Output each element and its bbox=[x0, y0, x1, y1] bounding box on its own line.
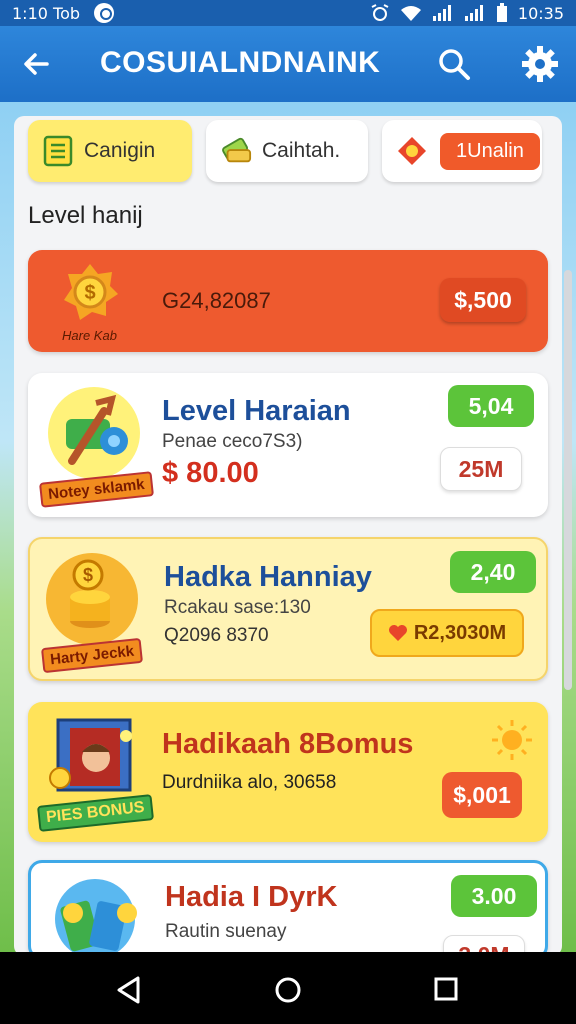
cash-icon bbox=[55, 879, 137, 959]
card-action-button[interactable]: $,001 bbox=[442, 772, 522, 818]
battery-icon bbox=[496, 3, 507, 22]
nav-back-icon[interactable] bbox=[116, 976, 142, 1004]
featured-buy-button[interactable]: $,500 bbox=[440, 278, 526, 322]
nav-home-icon[interactable] bbox=[274, 976, 302, 1004]
card-title: Level Haraian bbox=[162, 395, 351, 427]
tab-unlock[interactable]: 1Unalin bbox=[382, 120, 542, 182]
list-icon bbox=[42, 135, 74, 167]
nav-recents-icon[interactable] bbox=[434, 977, 458, 1001]
status-bar: 1:10 Tob 10:35 bbox=[0, 0, 576, 26]
tab-label: Caihtah. bbox=[262, 139, 341, 162]
svg-text:$: $ bbox=[83, 565, 93, 585]
svg-text:$: $ bbox=[84, 282, 95, 304]
section-title: Level hanij bbox=[28, 202, 143, 229]
wifi-icon bbox=[400, 6, 421, 21]
treasure-icon bbox=[49, 718, 132, 792]
card-action-button[interactable]: 25M bbox=[440, 447, 522, 491]
featured-card[interactable]: $ Hare Kab G24,82087 $,500 bbox=[28, 250, 548, 352]
app-bar: COSUIALNDNAINK bbox=[0, 26, 576, 102]
back-button[interactable] bbox=[0, 26, 72, 102]
tab-cash[interactable]: Caihtah. bbox=[206, 120, 368, 182]
system-nav-bar bbox=[0, 952, 576, 1024]
coin-icon: $ bbox=[64, 264, 118, 320]
offer-card-4[interactable]: Hadia I DyrK Rautin suenay 3.00 3.0M bbox=[28, 860, 548, 963]
card-subtitle: Rautin suenay bbox=[165, 921, 287, 942]
card-detail: Q2096 8370 bbox=[164, 625, 269, 646]
notification-icon bbox=[94, 3, 115, 23]
badge-icon bbox=[396, 135, 428, 167]
signal-icon-2 bbox=[464, 5, 483, 21]
tools-icon bbox=[48, 387, 140, 479]
status-time: 1:10 Tob bbox=[12, 3, 81, 23]
card-price: $ 80.00 bbox=[162, 457, 259, 489]
alarm-icon bbox=[371, 4, 389, 21]
money-icon bbox=[220, 135, 252, 167]
app-title: COSUIALNDNAINK bbox=[100, 46, 381, 79]
card-action-button[interactable]: R2,3030M bbox=[370, 609, 524, 657]
coin-stack-icon: $ bbox=[46, 553, 138, 645]
status-clock: 10:35 bbox=[517, 3, 564, 23]
heart-icon bbox=[388, 625, 407, 641]
tab-label: 1Unalin bbox=[440, 132, 540, 170]
card-subtitle: Durdniika alo, 30658 bbox=[162, 772, 337, 793]
offer-card-2[interactable]: $ Harty Jeckk Hadka Hanniay Rcakau sase:… bbox=[28, 537, 548, 681]
card-subtitle: Rcakau sase:130 bbox=[164, 597, 311, 618]
tab-campaign[interactable]: Canigin bbox=[28, 120, 192, 182]
card-title: Hadikaah 8Bomus bbox=[162, 728, 414, 760]
search-button[interactable] bbox=[436, 46, 480, 82]
tab-label: Canigin bbox=[84, 139, 156, 162]
search-icon bbox=[439, 49, 470, 80]
card-subtitle: Penae ceco7S3) bbox=[162, 431, 303, 452]
scrollbar[interactable] bbox=[564, 270, 572, 690]
card-top-button[interactable]: 2,40 bbox=[450, 551, 536, 593]
card-action-label: R2,3030M bbox=[413, 621, 507, 644]
status-icons: 10:35 bbox=[370, 3, 564, 23]
card-title: Hadia I DyrK bbox=[165, 881, 338, 913]
card-title: Hadka Hanniay bbox=[164, 561, 372, 593]
settings-button[interactable] bbox=[520, 44, 560, 84]
featured-icon-caption: Hare Kab bbox=[62, 328, 117, 343]
featured-value: G24,82087 bbox=[162, 288, 271, 313]
card-top-button[interactable]: 5,04 bbox=[448, 385, 534, 427]
back-arrow-icon bbox=[24, 53, 49, 75]
signal-icon bbox=[432, 5, 451, 21]
offer-card-3[interactable]: PIES BONUS Hadikaah 8Bomus Durdniika alo… bbox=[28, 702, 548, 842]
sun-icon bbox=[492, 720, 532, 760]
offer-card-1[interactable]: Notey sklamk Level Haraian Penae ceco7S3… bbox=[28, 373, 548, 517]
gear-icon bbox=[522, 46, 558, 82]
card-top-button[interactable]: 3.00 bbox=[451, 875, 537, 917]
